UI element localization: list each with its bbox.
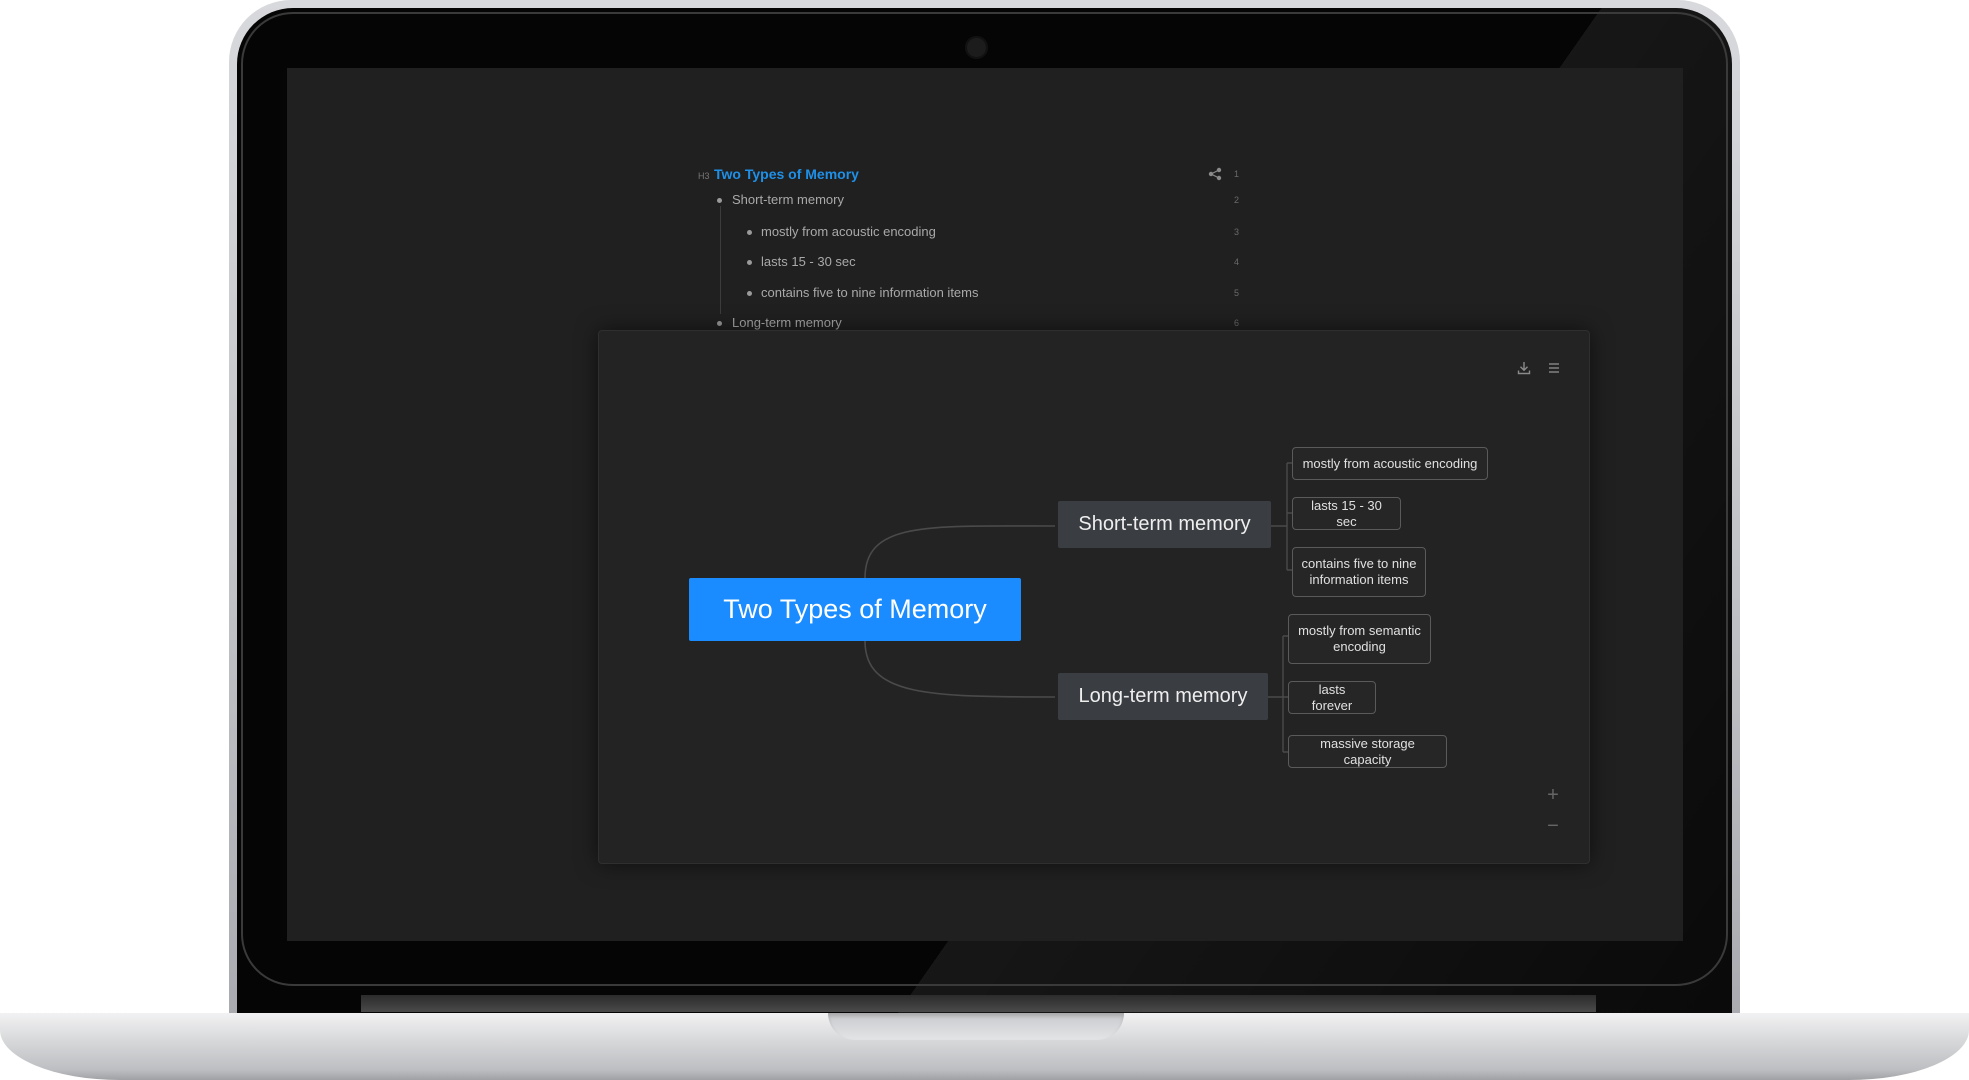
zoom-in-button[interactable]: + (1545, 785, 1561, 805)
outline-editor: H3 Two Types of Memory 1 Short-term memo… (287, 68, 1683, 330)
mindmap-leaf-node[interactable]: contains five to nine information items (1292, 547, 1426, 597)
camera-icon (965, 36, 988, 59)
mindmap-leaf-node[interactable]: massive storage capacity (1288, 735, 1447, 768)
line-number: 1 (1234, 169, 1240, 179)
outline-item[interactable]: lasts 15 - 30 sec (761, 252, 856, 272)
mindmap-leaf-node[interactable]: lasts 15 - 30 sec (1292, 497, 1401, 530)
line-number: 3 (1234, 227, 1240, 237)
mindmap-leaf-node[interactable]: mostly from semantic encoding (1288, 614, 1431, 664)
indent-guide (720, 206, 721, 314)
mindmap-leaf-node[interactable]: mostly from acoustic encoding (1292, 447, 1488, 480)
outline-item[interactable]: Short-term memory (732, 190, 844, 210)
outline-title[interactable]: Two Types of Memory (714, 164, 859, 184)
mindmap-panel: Two Types of Memory Short-term memory Lo… (598, 330, 1590, 864)
mindmap-branch-node[interactable]: Long-term memory (1058, 673, 1268, 720)
laptop-hinge (361, 995, 1596, 1012)
outline-item[interactable]: mostly from acoustic encoding (761, 222, 936, 242)
mindmap-branch-node[interactable]: Short-term memory (1058, 501, 1271, 548)
outline-item[interactable]: contains five to nine information items (761, 283, 979, 303)
laptop-notch (828, 1013, 1124, 1040)
bullet (747, 260, 752, 265)
bullet (717, 321, 722, 326)
mindmap-root-node[interactable]: Two Types of Memory (689, 578, 1021, 641)
zoom-out-button[interactable]: − (1545, 816, 1561, 836)
line-number: 5 (1234, 288, 1240, 298)
bullet (717, 198, 722, 203)
bullet (747, 291, 752, 296)
heading-level-tag: H3 (698, 171, 710, 181)
bullet (747, 230, 752, 235)
mindmap-share-icon[interactable] (1207, 164, 1223, 184)
app-screen: H3 Two Types of Memory 1 Short-term memo… (287, 68, 1683, 941)
line-number: 4 (1234, 257, 1240, 267)
mindmap-leaf-node[interactable]: lasts forever (1288, 681, 1376, 714)
line-number: 2 (1234, 195, 1240, 205)
